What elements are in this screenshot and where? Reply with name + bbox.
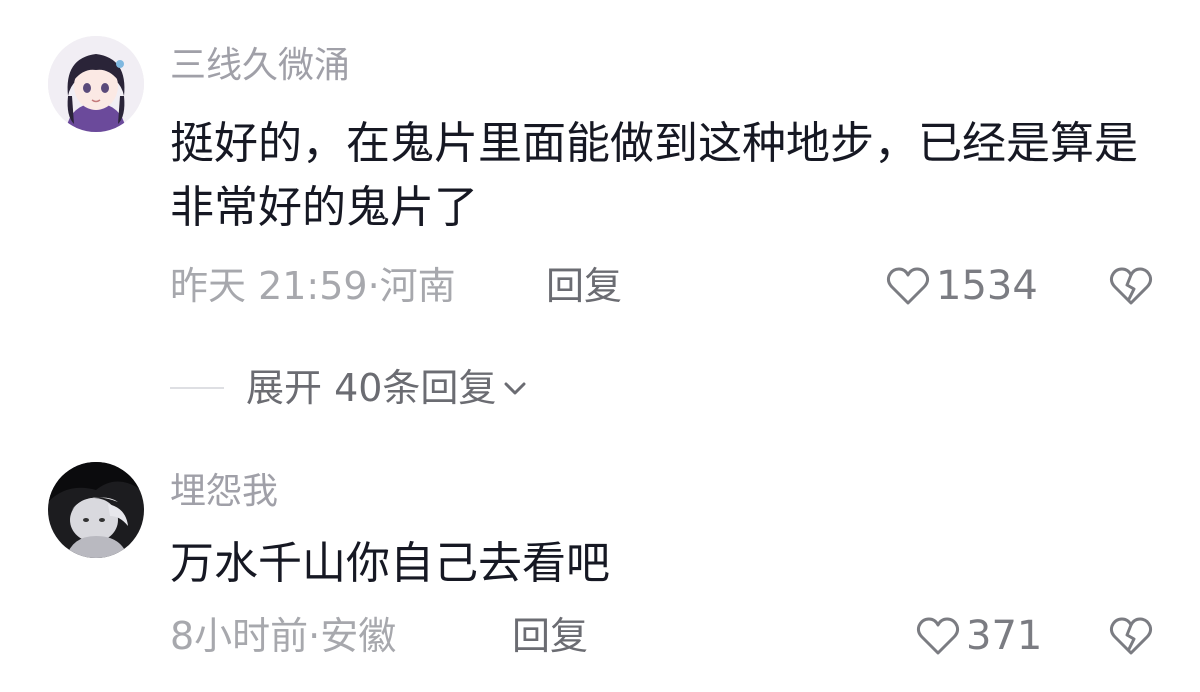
- like-count: 371: [966, 613, 1043, 659]
- username[interactable]: 埋怨我: [170, 470, 278, 514]
- user-avatar[interactable]: [48, 462, 144, 558]
- user-avatar[interactable]: [48, 36, 144, 132]
- comment-text: 挺好的，在鬼片里面能做到这种地步，已经是算是非常好的鬼片了: [170, 118, 1138, 233]
- anime-girl-avatar-icon: [48, 36, 144, 132]
- broken-heart-icon: [1109, 267, 1153, 305]
- dislike-button[interactable]: [1108, 616, 1154, 660]
- comment-meta: 昨天 21:59·河南: [170, 264, 456, 308]
- comment-item: 三线久微涌 挺好的，在鬼片里面能做到这种地步，已经是算是非常好的鬼片了 昨天 2…: [0, 0, 1200, 340]
- comment-meta: 8小时前·安徽: [170, 614, 397, 658]
- comment-text: 万水千山你自己去看吧: [170, 538, 610, 589]
- heart-outline-icon: [916, 617, 960, 655]
- expand-replies-button[interactable]: 展开 40条回复: [170, 364, 528, 412]
- like-button[interactable]: 1534: [886, 262, 1038, 310]
- chevron-down-icon: [504, 382, 526, 395]
- dislike-button[interactable]: [1108, 266, 1154, 310]
- like-button[interactable]: 371: [916, 612, 1042, 660]
- heart-outline-icon: [886, 267, 930, 305]
- reply-button[interactable]: 回复: [546, 262, 622, 310]
- monochrome-portrait-avatar-icon: [48, 462, 144, 558]
- like-count: 1534: [936, 263, 1038, 309]
- username[interactable]: 三线久微涌: [170, 44, 350, 88]
- comment-item: 埋怨我 万水千山你自己去看吧 8小时前·安徽 回复 371: [0, 440, 1200, 692]
- expand-replies-label: 展开 40条回复: [246, 366, 497, 410]
- broken-heart-icon: [1109, 617, 1153, 655]
- divider-line: [170, 387, 224, 389]
- reply-button[interactable]: 回复: [512, 612, 588, 660]
